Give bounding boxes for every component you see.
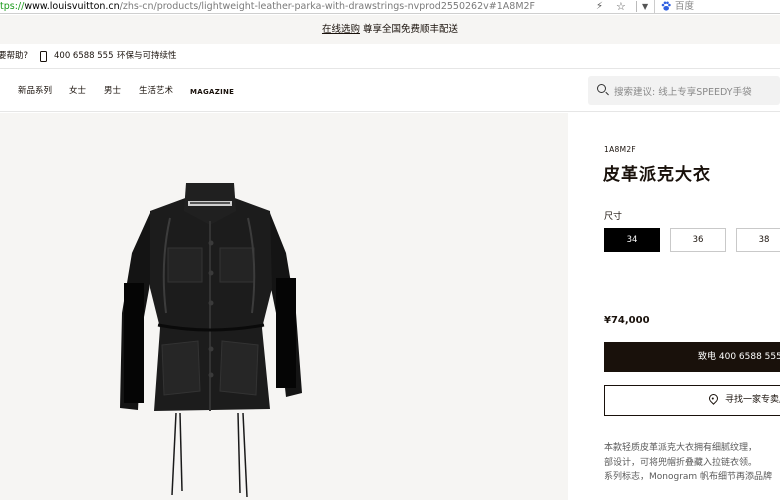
size-label: 尺寸 bbox=[604, 212, 623, 222]
location-pin-icon bbox=[707, 392, 720, 405]
chevron-down-icon[interactable]: ▼ bbox=[642, 0, 648, 13]
description-line: 本款轻质皮革派克大衣拥有细腻纹理， bbox=[604, 443, 758, 453]
promo-banner: 在线选购 尊享全国免费顺丰配送 bbox=[0, 15, 780, 44]
size-option-36[interactable]: 36 bbox=[670, 228, 726, 252]
product-info-panel: 1A8M2F 皮革派克大衣 尺寸 34 36 38 ¥74,000 致电 400… bbox=[569, 113, 780, 500]
call-button[interactable]: 致电 400 6588 555 咨 bbox=[604, 342, 780, 372]
main-nav: 新品系列 女士 男士 生活艺术 MAGAZINE 搜索建议: 线上专享SPEED… bbox=[0, 70, 780, 112]
product-price: ¥74,000 bbox=[604, 315, 650, 326]
phone-link[interactable]: 400 6588 555 bbox=[54, 44, 113, 69]
product-image bbox=[120, 183, 302, 498]
promo-link[interactable]: 在线选购 bbox=[322, 24, 360, 35]
description-line: 部设计，可将兜帽折叠藏入拉链衣领。 bbox=[604, 457, 758, 468]
promo-text: 尊享全国免费顺丰配送 bbox=[359, 24, 459, 35]
help-link[interactable]: 要帮助? bbox=[0, 44, 28, 69]
url-path: /zhs-cn/products/lightweight-leather-par… bbox=[119, 1, 536, 12]
find-store-button[interactable]: 寻找一家专卖店 bbox=[604, 385, 780, 416]
sustainability-link[interactable]: 环保与可持续性 bbox=[117, 44, 177, 69]
product-description: 本款轻质皮革派克大衣拥有细腻纹理， 部设计，可将兜帽折叠藏入拉链衣领。 系列标志… bbox=[604, 441, 780, 485]
browser-url-bar[interactable]: tps://www.louisvuitton.cn/zhs-cn/product… bbox=[0, 0, 780, 14]
search-icon bbox=[597, 84, 606, 93]
size-option-38[interactable]: 38 bbox=[736, 228, 780, 252]
lightning-icon[interactable]: ⚡ bbox=[596, 0, 603, 13]
nav-item-men[interactable]: 男士 bbox=[104, 85, 121, 97]
browser-search-box[interactable]: 百度 bbox=[654, 0, 780, 13]
utility-bar: 要帮助? 400 6588 555 环保与可持续性 bbox=[0, 44, 780, 69]
product-gallery[interactable] bbox=[0, 113, 568, 500]
phone-icon bbox=[40, 51, 47, 62]
url-host: www.louisvuitton.cn bbox=[24, 1, 120, 12]
url-protocol: tps:// bbox=[0, 1, 25, 12]
address-field[interactable]: tps://www.louisvuitton.cn/zhs-cn/product… bbox=[0, 0, 590, 13]
search-input[interactable]: 搜索建议: 线上专享SPEEDY手袋 bbox=[588, 76, 780, 105]
product-title: 皮革派克大衣 bbox=[603, 165, 711, 185]
bookmark-star-icon[interactable]: ☆ bbox=[616, 0, 626, 13]
baidu-paw-icon bbox=[661, 1, 671, 11]
nav-item-women[interactable]: 女士 bbox=[69, 85, 86, 97]
search-engine-label: 百度 bbox=[675, 1, 695, 12]
find-store-label: 寻找一家专卖店 bbox=[725, 395, 780, 405]
description-line: 系列标志，Monogram 帆布细节再添品牌 bbox=[604, 472, 773, 482]
size-option-34[interactable]: 34 bbox=[604, 228, 660, 252]
product-sku: 1A8M2F bbox=[604, 145, 637, 154]
toolbar-divider bbox=[636, 1, 637, 12]
nav-item-magazine[interactable]: MAGAZINE bbox=[190, 86, 234, 98]
search-placeholder: 搜索建议: 线上专享SPEEDY手袋 bbox=[614, 87, 752, 98]
nav-item-art-of-living[interactable]: 生活艺术 bbox=[139, 85, 173, 97]
nav-item-new[interactable]: 新品系列 bbox=[18, 85, 52, 97]
